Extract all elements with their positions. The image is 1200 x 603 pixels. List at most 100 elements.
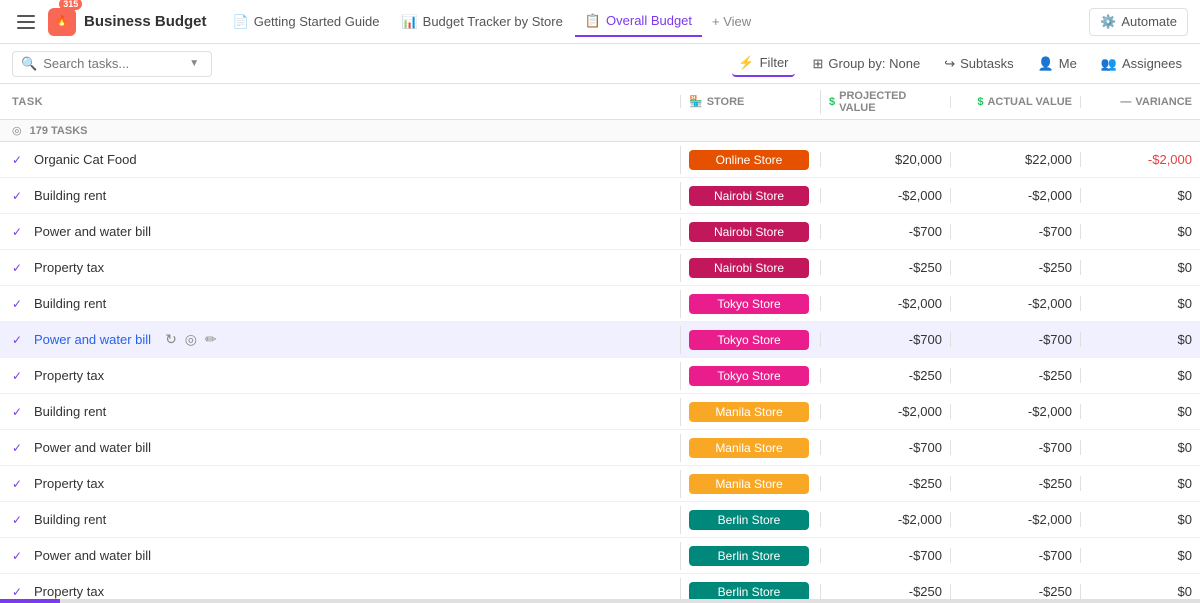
comment-icon[interactable]: ◎	[183, 329, 199, 350]
edit-icon[interactable]: ✏	[203, 329, 219, 350]
search-box[interactable]: 🔍 ▼	[12, 51, 212, 77]
cell-actual: -$2,000	[950, 404, 1080, 419]
cell-variance: $0	[1080, 296, 1200, 311]
check-icon[interactable]: ✓	[12, 441, 26, 455]
task-name: Power and water bill	[34, 548, 151, 563]
filter-controls: ⚡ Filter ⊞ Group by: None ↪ Subtasks 👤 M…	[732, 51, 1188, 77]
store-badge[interactable]: Berlin Store	[689, 582, 809, 600]
table-row[interactable]: ✓ Property tax Nairobi Store -$250 -$250…	[0, 250, 1200, 286]
cell-task: ✓ Property tax	[0, 368, 680, 383]
store-badge[interactable]: Tokyo Store	[689, 366, 809, 386]
store-badge[interactable]: Tokyo Store	[689, 330, 809, 350]
cell-store: Manila Store	[680, 434, 820, 462]
cell-task: ✓ Power and water bill ↻ ◎ ✏	[0, 329, 680, 350]
store-badge[interactable]: Nairobi Store	[689, 222, 809, 242]
store-badge[interactable]: Manila Store	[689, 438, 809, 458]
cell-projected: -$2,000	[820, 512, 950, 527]
task-name: Property tax	[34, 260, 104, 275]
cell-variance: $0	[1080, 584, 1200, 599]
check-icon[interactable]: ✓	[12, 369, 26, 383]
tab-overall-budget[interactable]: 📋 Overall Budget	[575, 7, 702, 37]
cell-variance: $0	[1080, 188, 1200, 203]
check-icon[interactable]: ✓	[12, 261, 26, 275]
check-icon[interactable]: ✓	[12, 405, 26, 419]
tab-budget-tracker[interactable]: 📊 Budget Tracker by Store	[391, 8, 572, 36]
col-header-variance: — VARIANCE	[1080, 96, 1200, 108]
cell-task: ✓ Property tax	[0, 476, 680, 491]
refresh-icon[interactable]: ↻	[163, 329, 179, 350]
table-row[interactable]: ✓ Power and water bill Manila Store -$70…	[0, 430, 1200, 466]
store-badge[interactable]: Berlin Store	[689, 546, 809, 566]
cell-store: Berlin Store	[680, 578, 820, 600]
check-icon[interactable]: ✓	[12, 297, 26, 311]
add-view-button[interactable]: + View	[704, 9, 759, 34]
table-row[interactable]: ✓ Property tax Berlin Store -$250 -$250 …	[0, 574, 1200, 599]
automate-button[interactable]: ⚙️ Automate	[1089, 8, 1188, 36]
cell-variance: $0	[1080, 260, 1200, 275]
cell-variance: $0	[1080, 368, 1200, 383]
table-row[interactable]: ✓ Power and water bill Berlin Store -$70…	[0, 538, 1200, 574]
store-badge[interactable]: Berlin Store	[689, 510, 809, 530]
group-by-button[interactable]: ⊞ Group by: None	[807, 52, 927, 76]
tab-list-icon: 📋	[585, 13, 601, 29]
cell-store: Tokyo Store	[680, 290, 820, 318]
cell-task: ✓ Power and water bill	[0, 224, 680, 239]
cell-task: ✓ Building rent	[0, 296, 680, 311]
store-badge[interactable]: Online Store	[689, 150, 809, 170]
col-header-store: 🏪 STORE	[680, 95, 820, 108]
check-icon[interactable]: ✓	[12, 477, 26, 491]
table-row[interactable]: ✓ Power and water bill ↻ ◎ ✏ Tokyo Store…	[0, 322, 1200, 358]
filter-button[interactable]: ⚡ Filter	[732, 51, 794, 77]
group-icon: ⊞	[813, 56, 824, 72]
cell-store: Tokyo Store	[680, 326, 820, 354]
check-icon[interactable]: ✓	[12, 513, 26, 527]
table-row[interactable]: ✓ Property tax Tokyo Store -$250 -$250 $…	[0, 358, 1200, 394]
search-input[interactable]	[43, 56, 183, 71]
store-badge[interactable]: Manila Store	[689, 402, 809, 422]
check-icon[interactable]: ✓	[12, 549, 26, 563]
table-row[interactable]: ✓ Property tax Manila Store -$250 -$250 …	[0, 466, 1200, 502]
check-icon[interactable]: ✓	[12, 333, 26, 347]
subtasks-button[interactable]: ↪ Subtasks	[938, 52, 1019, 76]
assignees-button[interactable]: 👥 Assignees	[1095, 52, 1188, 76]
table-row[interactable]: ✓ Building rent Nairobi Store -$2,000 -$…	[0, 178, 1200, 214]
cell-store: Online Store	[680, 146, 820, 174]
filter-icon: ⚡	[738, 55, 754, 71]
table-row[interactable]: ✓ Organic Cat Food Online Store $20,000 …	[0, 142, 1200, 178]
tabs: 📄 Getting Started Guide 📊 Budget Tracker…	[223, 7, 760, 37]
tab-doc-icon: 📄	[233, 14, 249, 30]
col-header-projected: $ PROJECTED VALUE	[820, 90, 950, 114]
cell-task: ✓ Building rent	[0, 404, 680, 419]
cell-actual: $22,000	[950, 152, 1080, 167]
store-badge[interactable]: Nairobi Store	[689, 258, 809, 278]
store-badge[interactable]: Nairobi Store	[689, 186, 809, 206]
collapse-icon[interactable]: ◎	[12, 124, 22, 137]
store-badge[interactable]: Manila Store	[689, 474, 809, 494]
check-icon[interactable]: ✓	[12, 153, 26, 167]
check-icon[interactable]: ✓	[12, 225, 26, 239]
me-button[interactable]: 👤 Me	[1032, 52, 1083, 76]
table-row[interactable]: ✓ Power and water bill Nairobi Store -$7…	[0, 214, 1200, 250]
cell-actual: -$250	[950, 260, 1080, 275]
tab-getting-started[interactable]: 📄 Getting Started Guide	[223, 8, 390, 36]
cell-store: Berlin Store	[680, 506, 820, 534]
table-row[interactable]: ✓ Building rent Manila Store -$2,000 -$2…	[0, 394, 1200, 430]
task-name: Building rent	[34, 296, 106, 311]
cell-store: Nairobi Store	[680, 254, 820, 282]
automate-icon: ⚙️	[1100, 14, 1116, 30]
menu-icon[interactable]	[12, 8, 40, 36]
check-icon[interactable]: ✓	[12, 189, 26, 203]
notification-badge: 315 🔥	[56, 16, 68, 27]
table-header: TASK 🏪 STORE $ PROJECTED VALUE $ ACTUAL …	[0, 84, 1200, 120]
me-icon: 👤	[1038, 56, 1054, 72]
store-badge[interactable]: Tokyo Store	[689, 294, 809, 314]
cell-projected: -$700	[820, 548, 950, 563]
search-dropdown-icon[interactable]: ▼	[189, 58, 199, 69]
cell-variance: $0	[1080, 224, 1200, 239]
task-name: Power and water bill	[34, 440, 151, 455]
app-title: Business Budget	[84, 13, 207, 30]
check-icon[interactable]: ✓	[12, 585, 26, 599]
table-row[interactable]: ✓ Building rent Berlin Store -$2,000 -$2…	[0, 502, 1200, 538]
cell-actual: -$700	[950, 224, 1080, 239]
table-row[interactable]: ✓ Building rent Tokyo Store -$2,000 -$2,…	[0, 286, 1200, 322]
